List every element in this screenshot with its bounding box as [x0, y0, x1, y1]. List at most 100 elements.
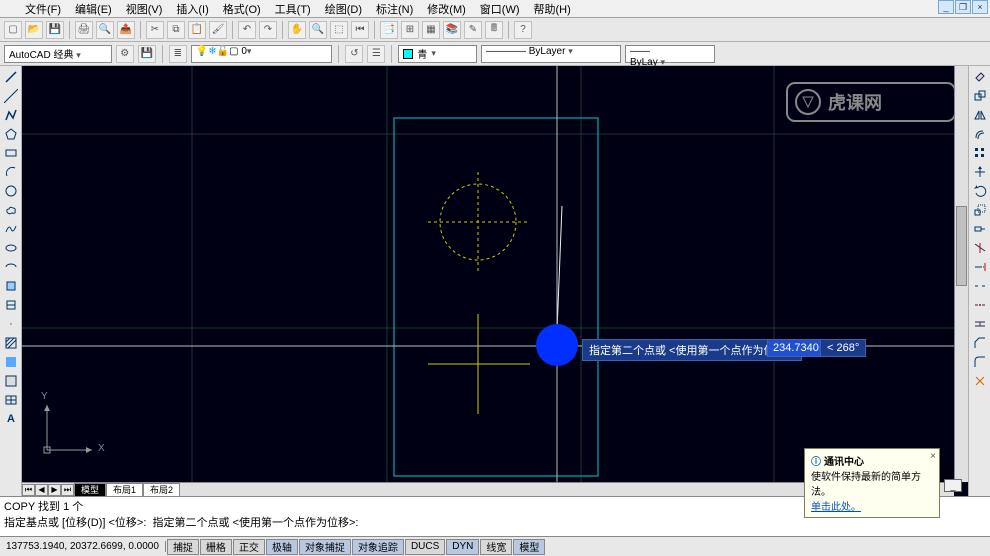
ortho-toggle[interactable]: 正交 — [233, 539, 265, 555]
rectangle-icon[interactable] — [2, 144, 20, 162]
zoom-prev-icon[interactable]: ⏮ — [351, 21, 369, 39]
tab-layout1[interactable]: 布局1 — [106, 483, 143, 497]
copy-icon[interactable]: ⧉ — [167, 21, 185, 39]
help-icon[interactable]: ? — [514, 21, 532, 39]
mtext-icon[interactable]: A — [2, 410, 20, 428]
grid-toggle[interactable]: 栅格 — [200, 539, 232, 555]
menu-file[interactable]: 文件(F) — [20, 0, 66, 18]
ellipse-icon[interactable] — [2, 239, 20, 257]
notification-link[interactable]: 单击此处。 — [811, 502, 861, 513]
circle-icon[interactable] — [2, 182, 20, 200]
dyn-toggle[interactable]: DYN — [446, 539, 479, 555]
redo-icon[interactable]: ↷ — [259, 21, 277, 39]
tab-first-icon[interactable]: ⏮ — [22, 484, 35, 496]
polyline-icon[interactable] — [2, 106, 20, 124]
menu-window[interactable]: 窗口(W) — [475, 0, 525, 18]
move-icon[interactable] — [971, 163, 989, 181]
new-icon[interactable]: ▢ — [4, 21, 22, 39]
erase-icon[interactable] — [971, 68, 989, 86]
explode-icon[interactable] — [971, 372, 989, 390]
layer-manager-icon[interactable]: ≣ — [169, 45, 187, 63]
table-icon[interactable] — [2, 391, 20, 409]
polygon-icon[interactable] — [2, 125, 20, 143]
preview-icon[interactable]: 🔍 — [96, 21, 114, 39]
layer-states-icon[interactable]: ☰ — [367, 45, 385, 63]
properties-icon[interactable]: 📑 — [380, 21, 398, 39]
drawing-canvas[interactable] — [22, 66, 968, 496]
design-center-icon[interactable]: ⊞ — [401, 21, 419, 39]
open-icon[interactable]: 📂 — [25, 21, 43, 39]
zoom-icon[interactable]: 🔍 — [309, 21, 327, 39]
menu-view[interactable]: 视图(V) — [121, 0, 168, 18]
calc-icon[interactable]: 🖩 — [485, 21, 503, 39]
revcloud-icon[interactable] — [2, 201, 20, 219]
markup-icon[interactable]: ✎ — [464, 21, 482, 39]
point-icon[interactable]: · — [2, 315, 20, 333]
menu-dimension[interactable]: 标注(N) — [371, 0, 418, 18]
layer-previous-icon[interactable]: ↺ — [345, 45, 363, 63]
insert-block-icon[interactable] — [2, 277, 20, 295]
undo-icon[interactable]: ↶ — [238, 21, 256, 39]
mirror-icon[interactable] — [971, 106, 989, 124]
arc-icon[interactable] — [2, 163, 20, 181]
ducs-toggle[interactable]: DUCS — [405, 539, 445, 555]
rotate-icon[interactable] — [971, 182, 989, 200]
close-button[interactable]: × — [972, 0, 988, 14]
break-point-icon[interactable] — [971, 277, 989, 295]
menu-draw[interactable]: 绘图(D) — [320, 0, 367, 18]
menu-edit[interactable]: 编辑(E) — [70, 0, 117, 18]
menu-modify[interactable]: 修改(M) — [422, 0, 471, 18]
make-block-icon[interactable] — [2, 296, 20, 314]
match-icon[interactable]: 🖌 — [209, 21, 227, 39]
offset-icon[interactable] — [971, 125, 989, 143]
tab-last-icon[interactable]: ⏭ — [61, 484, 74, 496]
trim-icon[interactable] — [971, 239, 989, 257]
scale-icon[interactable] — [971, 201, 989, 219]
drawing-area[interactable]: 指定第二个点或 <使用第一个点作为位移>: 234.7340 < 268° X … — [22, 66, 968, 496]
zoom-window-icon[interactable]: ⬚ — [330, 21, 348, 39]
layer-select[interactable]: 💡❄🔓▢ 0 ▾ — [191, 45, 333, 63]
array-icon[interactable] — [971, 144, 989, 162]
coordinates-display[interactable]: 137753.1940, 20372.6699, 0.0000 — [0, 541, 166, 552]
spline-icon[interactable] — [2, 220, 20, 238]
workspace-settings-icon[interactable]: ⚙ — [116, 45, 134, 63]
paste-icon[interactable]: 📋 — [188, 21, 206, 39]
scrollbar-thumb[interactable] — [956, 206, 967, 286]
tab-next-icon[interactable]: ▶ — [48, 484, 61, 496]
menu-insert[interactable]: 插入(I) — [171, 0, 213, 18]
publish-icon[interactable]: 📤 — [117, 21, 135, 39]
minimize-button[interactable]: _ — [938, 0, 954, 14]
pan-icon[interactable]: ✋ — [288, 21, 306, 39]
tab-layout2[interactable]: 布局2 — [143, 483, 180, 497]
line-icon[interactable] — [2, 68, 20, 86]
vertical-scrollbar[interactable] — [954, 66, 968, 482]
ellipse-arc-icon[interactable] — [2, 258, 20, 276]
tab-model[interactable]: 模型 — [74, 483, 106, 497]
tab-prev-icon[interactable]: ◀ — [35, 484, 48, 496]
workspace-save-icon[interactable]: 💾 — [138, 45, 156, 63]
modelspace-toggle[interactable]: 模型 — [513, 539, 545, 555]
tool-palette-icon[interactable]: ▦ — [422, 21, 440, 39]
break-icon[interactable] — [971, 296, 989, 314]
restore-button[interactable]: ❐ — [955, 0, 971, 14]
polar-toggle[interactable]: 极轴 — [266, 539, 298, 555]
chamfer-icon[interactable] — [971, 334, 989, 352]
osnap-toggle[interactable]: 对象捕捉 — [299, 539, 351, 555]
menu-help[interactable]: 帮助(H) — [529, 0, 576, 18]
cut-icon[interactable]: ✂ — [146, 21, 164, 39]
sheet-set-icon[interactable]: 📚 — [443, 21, 461, 39]
notification-close-icon[interactable]: × — [930, 451, 936, 462]
menu-tools[interactable]: 工具(T) — [270, 0, 316, 18]
snap-toggle[interactable]: 捕捉 — [167, 539, 199, 555]
lwt-toggle[interactable]: 线宽 — [480, 539, 512, 555]
join-icon[interactable] — [971, 315, 989, 333]
notification-minimize-icon[interactable]: _ — [944, 479, 962, 492]
region-icon[interactable] — [2, 372, 20, 390]
color-select[interactable]: 青 ▾ — [398, 45, 477, 63]
construction-line-icon[interactable] — [2, 87, 20, 105]
menu-format[interactable]: 格式(O) — [218, 0, 266, 18]
otrack-toggle[interactable]: 对象追踪 — [352, 539, 404, 555]
copy-object-icon[interactable] — [971, 87, 989, 105]
plot-icon[interactable]: 🖨 — [75, 21, 93, 39]
dynamic-distance-input[interactable]: 234.7340 — [767, 339, 825, 357]
